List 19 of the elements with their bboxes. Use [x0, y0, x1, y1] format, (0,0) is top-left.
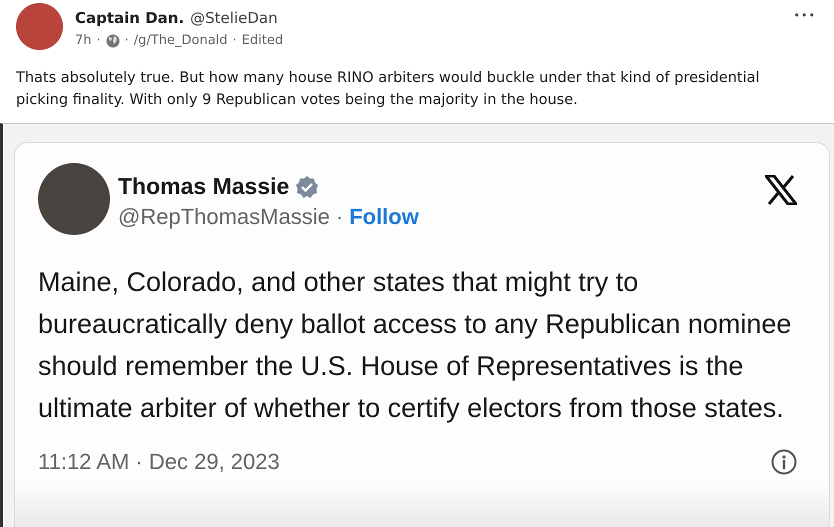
x-logo-icon [765, 175, 797, 205]
post-text: Thats absolutely true. But how many house RINO arbiters would buckle under that kind of presidential picking finality. With only 9 Republican votes being the majority in the house. [16, 69, 761, 110]
user-handle: @StelieDan [190, 9, 278, 27]
globe-icon [106, 34, 120, 48]
edited-label: Edited [242, 33, 284, 48]
tweet-text: Maine, Colorado, and other states that might try to bureaucratically deny ballot access to any Republican nominee should remember the U.S. House of Representatives is the ultimate arbiter of whether to certify electors from those states. [38, 266, 792, 425]
tweet-timestamp: 11:12 AM · Dec 29, 2023 [38, 449, 280, 475]
community-link[interactable]: /g/The_Donald [134, 33, 228, 48]
post-time: 7h [75, 33, 92, 48]
user-avatar[interactable] [16, 3, 63, 50]
separator: · [232, 33, 237, 48]
author-name: Thomas Massie [118, 173, 290, 200]
separator: · [336, 204, 344, 230]
separator: · [124, 33, 129, 48]
more-options-button[interactable]: ••• [792, 3, 818, 28]
separator: · [96, 33, 101, 48]
author-name[interactable]: Captain Dan. [75, 9, 184, 27]
info-icon [771, 449, 797, 475]
user-handle: @RepThomasMassie [118, 204, 330, 230]
